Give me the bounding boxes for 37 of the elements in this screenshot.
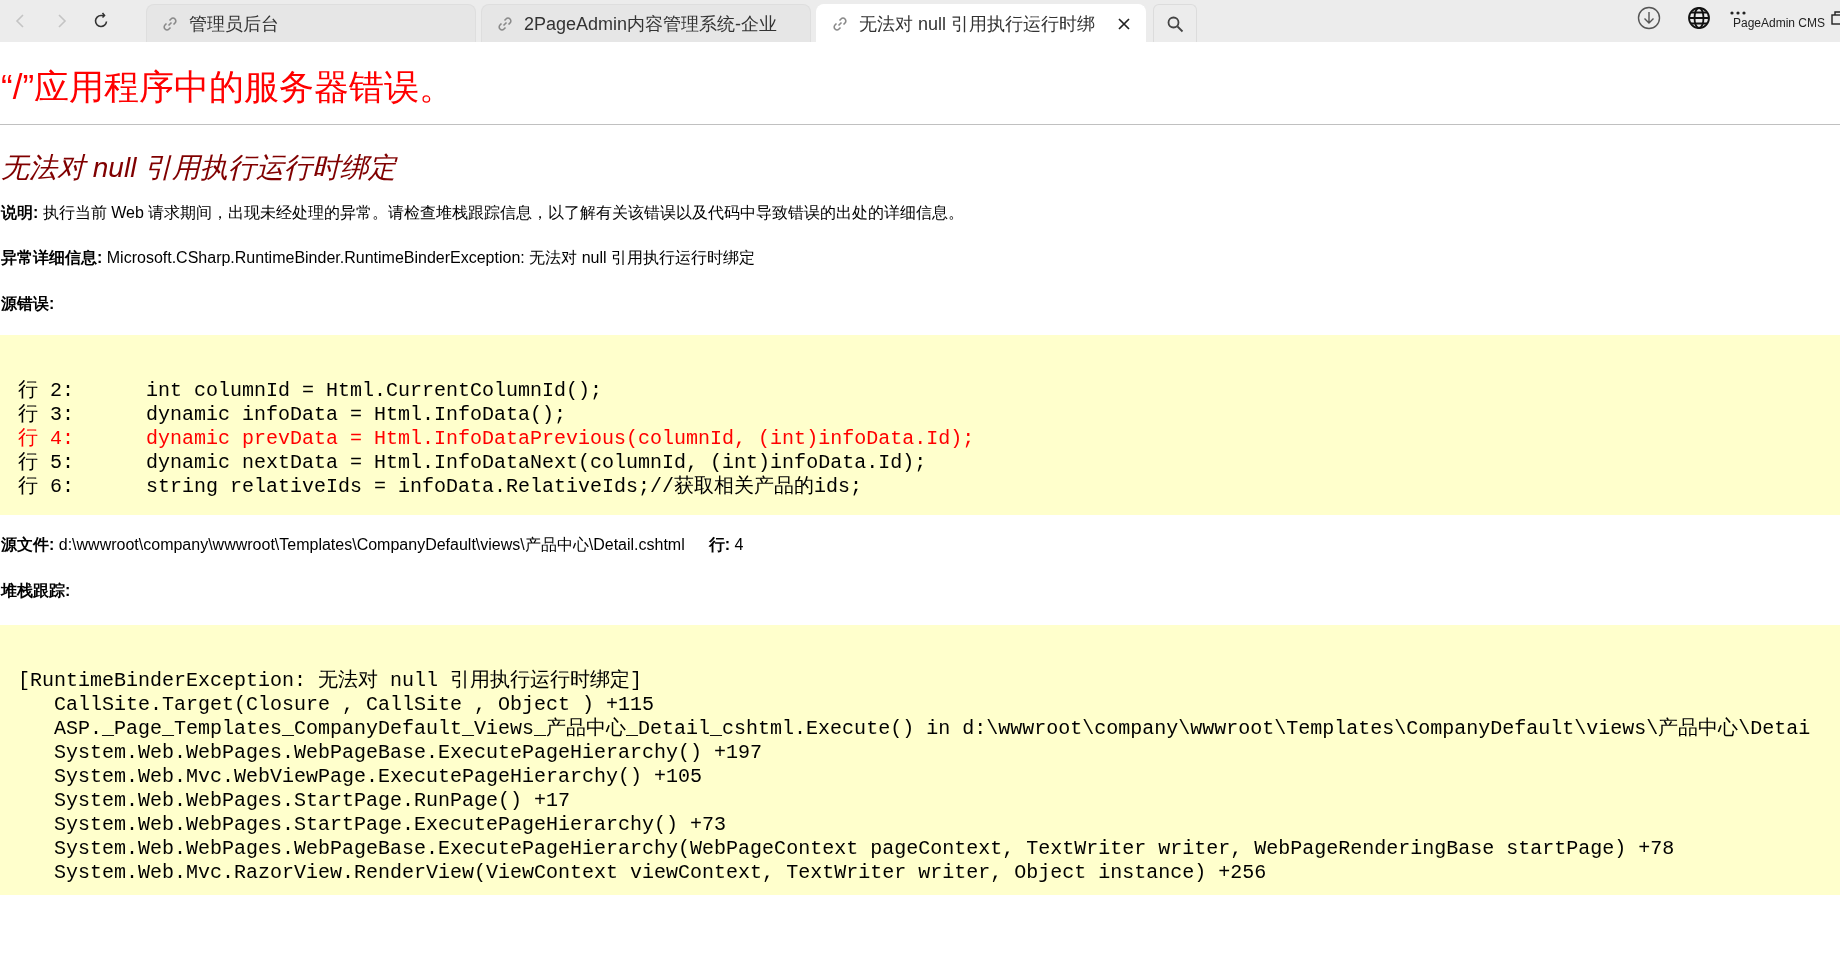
- browser-tab[interactable]: 无法对 null 引用执行运行时绑: [816, 4, 1146, 42]
- page-title: “/”应用程序中的服务器错误。: [0, 66, 456, 108]
- search-icon: [1166, 14, 1184, 33]
- refresh-icon[interactable]: [92, 12, 110, 30]
- source-file: 源文件: d:\wwwroot\company\wwwroot\Templates\CompanyDefault\views\产品中心\Detail.cshtml: [1, 535, 685, 555]
- code-line: 行 2: int columnId = Html.CurrentColumnId();: [18, 379, 603, 403]
- code-line: ASP._Page_Templates_CompanyDefault_Views_产品中心_Detail_cshtml.Execute() in d:\wwwroot\company\wwwroot\Templates\CompanyDefault\views\产品中心\Detai: [53, 717, 1811, 741]
- code-line: 行 5: dynamic nextData = Html.InfoDataNext(columnId, (int)infoData.Id);: [18, 451, 927, 475]
- search-button[interactable]: [1153, 4, 1197, 42]
- code-line: System.Web.WebPages.StartPage.ExecutePageHierarchy() +73: [53, 813, 727, 837]
- window-icon[interactable]: [1831, 11, 1840, 25]
- source-line-number: 行: 4: [708, 535, 744, 555]
- globe-icon[interactable]: [1686, 6, 1711, 30]
- link-icon: [831, 14, 849, 33]
- close-icon[interactable]: [1117, 16, 1131, 31]
- exception-details: 异常详细信息: Microsoft.CSharp.RuntimeBinder.RuntimeBinderException: 无法对 null 引用执行运行时绑定: [1, 248, 756, 268]
- browser-tab[interactable]: 管理员后台: [146, 4, 476, 42]
- link-icon: [161, 14, 179, 33]
- section-label: 源错误:: [1, 294, 56, 314]
- code-line: System.Web.Mvc.RazorView.RenderView(ViewContext viewContext, TextWriter writer, Object instance) +256: [53, 861, 1267, 885]
- code-line: 行 3: dynamic infoData = Html.InfoData();: [18, 403, 567, 427]
- code-line: System.Web.Mvc.WebViewPage.ExecutePageHierarchy() +105: [53, 765, 703, 789]
- code-line: [RuntimeBinderException: 无法对 null 引用执行运行时绑定]: [18, 669, 643, 693]
- section-label: 堆栈跟踪:: [1, 581, 72, 601]
- browser-tab[interactable]: 2PageAdmin内容管理系统-企业: [481, 4, 811, 42]
- profile-label[interactable]: PageAdmin CMS: [1732, 16, 1825, 30]
- more-icon[interactable]: [1730, 10, 1746, 16]
- description-text: 说明: 执行当前 Web 请求期间，出现未经处理的异常。请检查堆栈跟踪信息，以了解有关该错误以及代码中导致错误的出处的详细信息。: [1, 203, 966, 223]
- link-icon: [496, 14, 514, 33]
- code-line: System.Web.WebPages.StartPage.RunPage() +17: [53, 789, 571, 813]
- error-title: 无法对 null 引用执行运行时绑定: [1, 151, 399, 185]
- code-line: System.Web.WebPages.WebPageBase.ExecutePageHierarchy() +197: [53, 741, 763, 765]
- download-icon[interactable]: [1636, 6, 1661, 30]
- code-line: 行 4: dynamic prevData = Html.InfoDataPrevious(columnId, (int)infoData.Id);: [18, 427, 975, 451]
- code-line: 行 6: string relativeIds = infoData.RelativeIds;//获取相关产品的ids;: [18, 475, 863, 499]
- code-line: CallSite.Target(Closure , CallSite , Object ) +115: [53, 693, 655, 717]
- code-line: System.Web.WebPages.WebPageBase.ExecutePageHierarchy(WebPageContext pageContext, TextWriter writer, WebPageRenderingBase startPage) +78: [53, 837, 1675, 861]
